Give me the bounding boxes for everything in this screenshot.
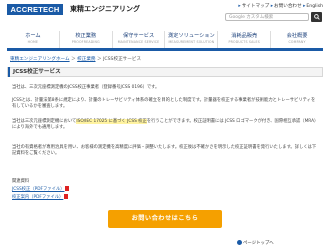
intro-paragraph: 当社は、三次元座標測定機のJCSS校正事業者（登録番号JCSS 0196）です。: [12, 85, 160, 90]
accretech-logo[interactable]: ACCRETECH: [7, 4, 63, 15]
nav-products[interactable]: 消耗品販売 PRODUCTS SALES: [217, 31, 270, 48]
guide-pdf-link[interactable]: 校正案内（PDFファイル）: [12, 195, 63, 200]
nav-company[interactable]: 会社概要 COMPANY: [270, 31, 323, 48]
service-paragraph: 当社の有資格者が専用治具を用い、お客様の測定機を高精度に評価・調整いたします。校…: [12, 145, 317, 157]
nav-sublabel: MEASUREMENT SOLUTION: [168, 40, 215, 44]
nav-home[interactable]: ホーム HOME: [7, 31, 59, 48]
page-top-link[interactable]: ページトップへ: [237, 240, 274, 246]
arrow-icon: ▸: [270, 4, 274, 9]
related-docs-heading: 関連資料: [12, 179, 30, 184]
paragraph-text: 当社は三次元座標測定機において: [12, 119, 77, 124]
sitemap-link[interactable]: サイトマップ: [242, 4, 270, 9]
breadcrumb-separator: ＞: [97, 57, 102, 62]
nav-divider: [7, 48, 323, 51]
up-arrow-icon: [237, 240, 242, 245]
jcss-pdf-link[interactable]: JCSS校正（PDFファイル）: [12, 187, 64, 192]
jcss-description: JCSSとは、計量法第8条に規定により、計量のトレーサビリティ体系の確立を目的と…: [12, 98, 316, 110]
nav-maintenance[interactable]: 保守サービス MAINTENANCE SERVICE: [111, 31, 165, 48]
nav-label: 保守サービス: [123, 33, 155, 39]
nav-label: 校正業務: [75, 33, 97, 39]
english-link[interactable]: English: [306, 4, 323, 9]
main-nav: ホーム HOME 校正業務 PROOFREADING 保守サービス MAINTENAN…: [7, 31, 323, 48]
nav-label: 会社概要: [286, 33, 308, 39]
related-docs: 関連資料 JCSS校正（PDFファイル） 校正案内（PDFファイル）: [12, 178, 70, 202]
nav-measurement[interactable]: 測定ソリューション MEASUREMENT SOLUTION: [164, 31, 217, 48]
breadcrumb-separator: ＞: [71, 57, 76, 62]
highlighted-text: ISO/IEC 17025 に基づく JCSS 校正: [76, 119, 147, 124]
site-header: ACCRETECH 東精エンジニアリング ▸サイトマップ ▸お問い合わせ ▸En…: [0, 0, 330, 30]
breadcrumb-section[interactable]: 校正業務: [77, 57, 95, 62]
pdf-icon: [64, 194, 69, 199]
pdf-icon: [65, 186, 70, 191]
contact-button[interactable]: お問い合わせはこちら: [108, 210, 222, 228]
nav-sublabel: COMPANY: [288, 40, 306, 44]
breadcrumb-home[interactable]: 東精エンジニアリングホーム: [10, 57, 70, 62]
calibration-paragraph: 当社は三次元座標測定機においてISO/IEC 17025 に基づく JCSS 校…: [12, 119, 318, 131]
nav-sublabel: PROOFREADING: [71, 40, 100, 44]
nav-sublabel: PRODUCTS SALES: [228, 40, 260, 44]
breadcrumb-current: JCSS校正サービス: [103, 57, 142, 62]
utility-links: ▸サイトマップ ▸お問い合わせ ▸English: [238, 3, 323, 9]
company-name[interactable]: 東精エンジニアリング: [70, 4, 140, 15]
nav-label: 測定ソリューション: [168, 33, 215, 39]
contact-link[interactable]: お問い合わせ: [274, 4, 302, 9]
breadcrumb: 東精エンジニアリングホーム ＞ 校正業務 ＞ JCSS校正サービス: [10, 56, 141, 62]
nav-label: ホーム: [25, 33, 41, 39]
nav-label: 消耗品販売: [231, 33, 258, 39]
nav-sublabel: HOME: [27, 40, 39, 44]
nav-sublabel: MAINTENANCE SERVICE: [117, 40, 160, 44]
page-top-label: ページトップへ: [243, 241, 274, 246]
arrow-icon: ▸: [238, 4, 241, 9]
page-title: JCSS校正サービス: [7, 67, 323, 77]
search-input[interactable]: Google カスタム検索: [225, 13, 309, 21]
search-button[interactable]: [311, 12, 322, 22]
nav-calibration[interactable]: 校正業務 PROOFREADING: [58, 31, 112, 48]
search-icon: [313, 14, 320, 20]
